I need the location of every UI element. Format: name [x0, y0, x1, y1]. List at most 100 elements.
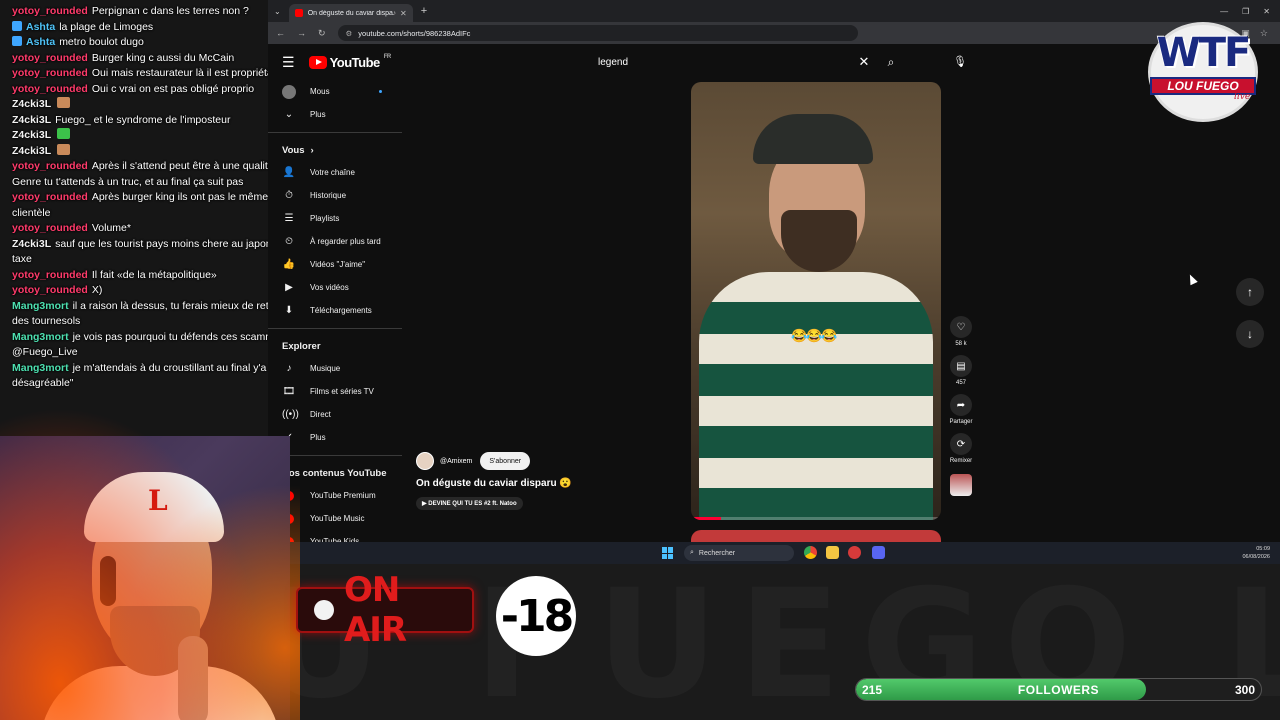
sidebar-item-vous-2[interactable]: ☰ Playlists	[268, 207, 402, 230]
chat-username[interactable]: Z4cki3L	[12, 114, 51, 126]
sidebar-item-label: Vos vidéos	[310, 283, 349, 292]
file-explorer-icon[interactable]	[826, 546, 839, 559]
chat-username[interactable]: yotoy_rounded	[12, 191, 88, 203]
reload-icon[interactable]: ↻	[318, 28, 326, 39]
sidebar-item-label: Musique	[310, 364, 341, 373]
age-rating-badge: -18	[496, 576, 576, 656]
subscribe-button[interactable]: S'abonner	[480, 452, 531, 470]
chat-username[interactable]: yotoy_rounded	[12, 52, 88, 64]
chat-emote-icon	[57, 143, 71, 155]
taskbar-search[interactable]: ⌕ Rechercher	[684, 545, 794, 561]
tab-menu-icon[interactable]: ⌄	[274, 7, 281, 16]
chat-username[interactable]: yotoy_rounded	[12, 5, 88, 17]
sidebar-item-label: À regarder plus tard	[310, 237, 381, 246]
back-icon[interactable]: ←	[276, 28, 285, 38]
forward-icon[interactable]: →	[297, 28, 306, 38]
sidebar-item-plus-top[interactable]: ⌄ Plus	[268, 103, 402, 126]
search-box: legend ✕ ⌕	[592, 50, 906, 74]
sidebar-item-label: Vidéos "J'aime"	[310, 260, 366, 269]
previous-short-button[interactable]: ↑	[1236, 278, 1264, 306]
section-vous[interactable]: Vous ›	[268, 139, 402, 161]
sidebar-item-label: Mous	[310, 87, 330, 96]
sidebar-item-vous-6[interactable]: ⬇ Téléchargements	[268, 299, 402, 322]
chat-username[interactable]: Ashta	[26, 36, 55, 48]
remix-icon: ⟳	[956, 438, 966, 450]
tab-close-icon[interactable]: ✕	[400, 9, 407, 18]
vous-4-icon: 👍	[282, 259, 296, 270]
chat-username[interactable]: Ashta	[26, 21, 55, 33]
sidebar-item-vous-3[interactable]: ⏲ À regarder plus tard	[268, 230, 402, 253]
short-video-player[interactable]: 😂😂😂	[691, 82, 941, 520]
close-window-icon[interactable]: ✕	[1263, 7, 1270, 16]
chat-username[interactable]: yotoy_rounded	[12, 284, 88, 296]
chat-username[interactable]: Z4cki3L	[12, 238, 51, 250]
chat-username[interactable]: yotoy_rounded	[12, 269, 88, 281]
new-tab-button[interactable]: +	[421, 5, 427, 17]
browser-tab[interactable]: On déguste du caviar dispa ♪ ✕	[288, 4, 413, 22]
chat-text: Perpignan c dans les terres non ?	[91, 5, 249, 17]
comment-count: 457	[955, 380, 966, 386]
youtube-play-icon	[308, 55, 327, 69]
url-field[interactable]: ⚙ youtube.com/shorts/986238AdIFc	[337, 25, 858, 41]
site-info-icon[interactable]: ⚙	[346, 29, 353, 38]
video-frame-shirt	[699, 272, 933, 520]
next-short-button[interactable]: ↓	[1236, 320, 1264, 348]
chat-username[interactable]: yotoy_rounded	[12, 222, 88, 234]
youtube-logo[interactable]: YouTube FR	[308, 54, 392, 70]
chat-username[interactable]: Z4cki3L	[12, 129, 51, 141]
app-icon[interactable]	[848, 546, 861, 559]
region-label: FR	[383, 54, 392, 60]
sidebar-item-label: Téléchargements	[310, 306, 372, 315]
chat-username[interactable]: Z4cki3L	[12, 145, 51, 157]
menu-icon[interactable]: ☰	[282, 54, 295, 71]
music-pill[interactable]: ▶ DEVINE QUI TU ES #2 ft. Natoo	[416, 497, 523, 510]
chat-username[interactable]: yotoy_rounded	[12, 67, 88, 79]
clear-search-icon[interactable]: ✕	[852, 54, 876, 70]
maximize-icon[interactable]: ❐	[1242, 7, 1249, 16]
share-button[interactable]: ➦	[950, 394, 972, 416]
sidebar-item-mous[interactable]: Mous	[268, 80, 402, 103]
chrome-app-icon[interactable]	[804, 546, 817, 559]
comments-button[interactable]: ▤	[950, 355, 972, 377]
section-heading: Explorer	[282, 340, 321, 352]
minimize-icon[interactable]: —	[1220, 7, 1228, 16]
chat-text: Oui c vrai on est pas obligé proprio	[91, 82, 255, 95]
search-icon: ⌕	[690, 549, 694, 556]
discord-icon[interactable]	[872, 546, 885, 559]
chat-username[interactable]: Mang3mort	[12, 331, 69, 343]
sidebar-item-vous-1[interactable]: ⏱ Historique	[268, 184, 402, 207]
short-title[interactable]: On déguste du caviar disparu 😮	[416, 478, 696, 489]
sidebar-item-vous-5[interactable]: ▶ Vos vidéos	[268, 276, 402, 299]
sound-thumbnail[interactable]	[950, 474, 972, 496]
sidebar-item-label: Playlists	[310, 214, 340, 223]
like-button[interactable]: ♡	[950, 316, 972, 338]
sidebar-item-label: YouTube Music	[310, 514, 365, 523]
chat-username[interactable]: Z4cki3L	[12, 98, 51, 110]
taskbar-search-label: Rechercher	[698, 549, 736, 557]
remix-label: Remixer	[949, 458, 973, 464]
arrow-down-icon: ↓	[1247, 327, 1253, 341]
chat-text: Il fait «de la métapolitique»	[91, 268, 217, 281]
chat-text: Burger king c aussi du McCain	[91, 51, 235, 64]
voice-search-icon[interactable]: 🎙	[950, 52, 970, 72]
sidebar-item-vous-4[interactable]: 👍 Vidéos "J'aime"	[268, 253, 402, 276]
search-input[interactable]: legend	[598, 57, 852, 68]
chat-username[interactable]: Mang3mort	[12, 300, 69, 312]
chat-username[interactable]: yotoy_rounded	[12, 160, 88, 172]
channel-name[interactable]: @Amixem	[440, 458, 472, 465]
windows-taskbar: ⌕ Rechercher 05:09 06/08/2026	[268, 542, 1280, 564]
next-short-preview[interactable]	[691, 530, 941, 542]
sidebar-item-vous-0[interactable]: 👤 Votre chaîne	[268, 161, 402, 184]
windows-start-icon[interactable]	[662, 547, 674, 559]
record-dot-icon	[314, 600, 334, 620]
followers-goal-bar: 215 FOLLOWERS 300	[855, 678, 1262, 701]
taskbar-clock: 05:09 06/08/2026	[1242, 545, 1270, 561]
flame-frame	[0, 360, 300, 720]
remix-button[interactable]: ⟳	[950, 433, 972, 455]
speaker-icon: ♪	[392, 9, 397, 17]
video-progress-bar[interactable]	[691, 517, 941, 520]
channel-avatar[interactable]	[416, 452, 434, 470]
short-info: @Amixem S'abonner On déguste du caviar d…	[416, 452, 696, 510]
chat-username[interactable]: yotoy_rounded	[12, 83, 88, 95]
search-icon[interactable]: ⌕	[876, 55, 906, 70]
